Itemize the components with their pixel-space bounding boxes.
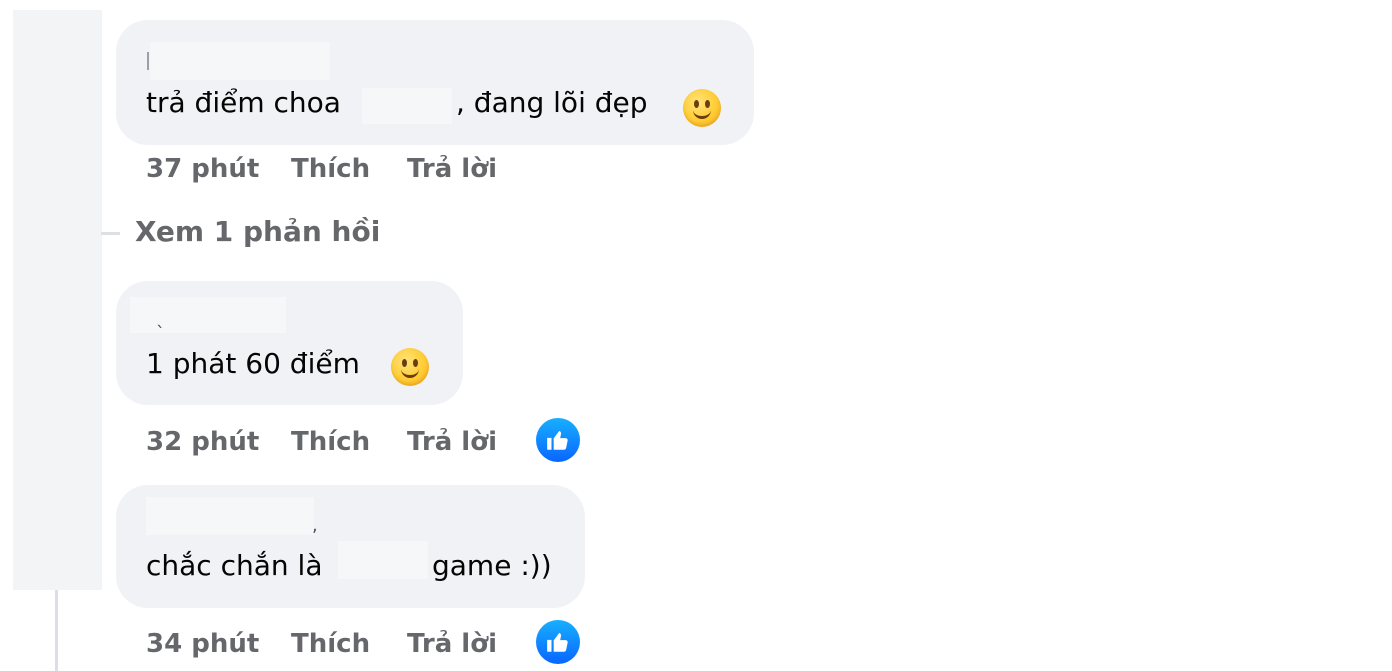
reply-button[interactable]: Trả lời [407,629,497,659]
redaction-artifact: ` [156,323,165,344]
redacted-author-name [146,497,314,535]
like-reaction-icon[interactable] [536,418,580,462]
comment-timestamp[interactable]: 37 phút [146,154,259,184]
redacted-author-name [150,42,330,80]
thread-connector-line [55,590,58,671]
slightly-smiling-face-icon [683,89,721,127]
redacted-mention [362,88,452,124]
like-button[interactable]: Thích [291,427,370,457]
redaction-artifact: , [312,515,318,536]
comment-text-part-1: chắc chắn là [146,549,323,582]
comment-bubble-3: , chắc chắn là game :)) [116,485,585,608]
like-reaction-icon[interactable] [536,620,580,664]
comment-text-part-2: game :)) [432,549,552,582]
redacted-author-name [130,297,286,333]
redacted-mention [338,541,428,579]
reply-button[interactable]: Trả lời [407,154,497,184]
comment-bubble-1: trả điểm choa , đang lõi đẹp [116,20,754,145]
comment-timestamp[interactable]: 34 phút [146,629,259,659]
reply-branch-line [101,232,120,235]
comment-bubble-2: ` 1 phát 60 điểm [116,281,463,405]
comment-text: 1 phát 60 điểm [146,347,360,380]
comment-timestamp[interactable]: 32 phút [146,427,259,457]
comment-text-part-1: trả điểm choa [146,86,341,119]
slightly-smiling-face-icon [391,348,429,386]
view-replies-link[interactable]: Xem 1 phản hồi [135,214,380,250]
comment-text-part-2: , đang lõi đẹp [456,86,648,119]
redacted-avatar-column [13,10,102,590]
like-button[interactable]: Thích [291,629,370,659]
like-button[interactable]: Thích [291,154,370,184]
text-caret [147,52,149,70]
reply-button[interactable]: Trả lời [407,427,497,457]
